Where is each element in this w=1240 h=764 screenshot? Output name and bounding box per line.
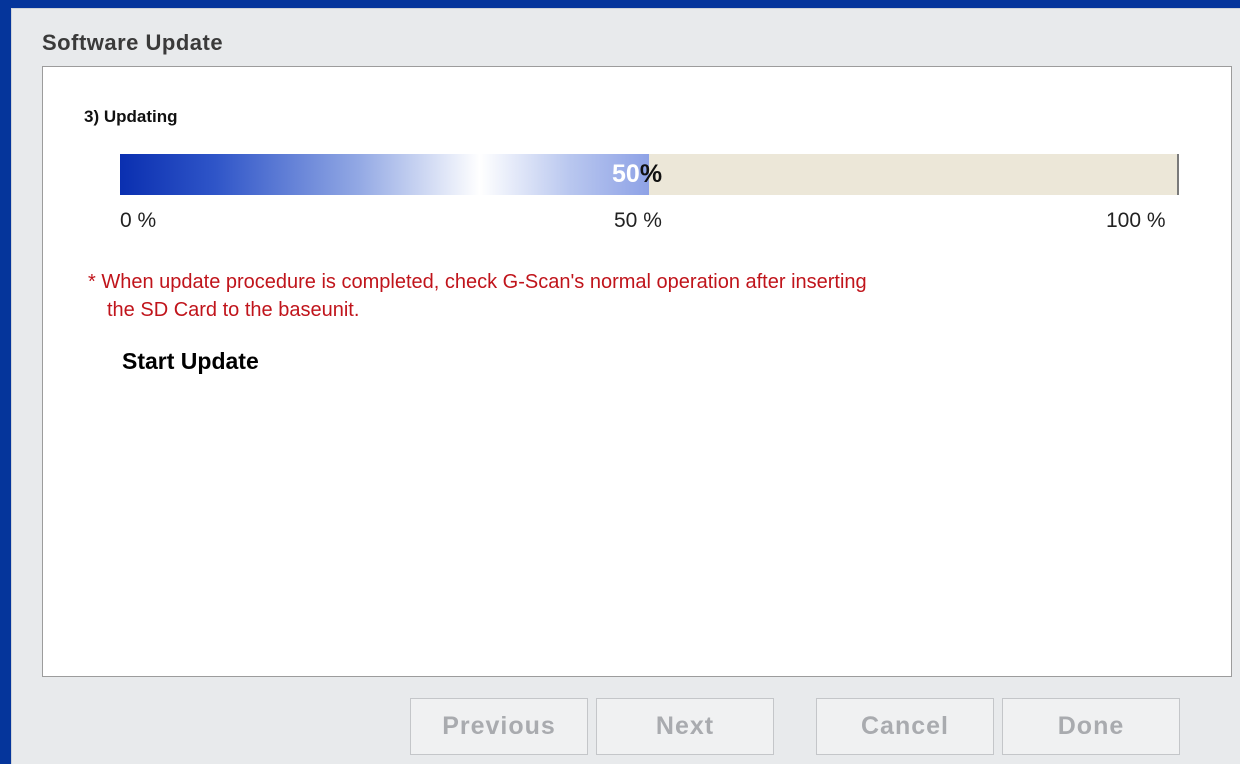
previous-button[interactable]: Previous (410, 698, 588, 755)
progress-percent-label: 50% (612, 160, 662, 189)
completion-note-line2: the SD Card to the baseunit. (107, 299, 360, 321)
progress-fill (120, 154, 649, 195)
done-button[interactable]: Done (1002, 698, 1180, 755)
progress-tick-0: 0 % (120, 209, 157, 232)
completion-note-line1: * When update procedure is completed, ch… (88, 271, 867, 293)
step-label: 3) Updating (84, 107, 178, 126)
cancel-button[interactable]: Cancel (816, 698, 994, 755)
progress-percent-number: 50 (612, 160, 640, 188)
progress-tick-50: 50 % (614, 209, 662, 232)
window-title: Software Update (42, 30, 224, 55)
completion-note: * When update procedure is completed, ch… (88, 268, 1088, 324)
progress-percent-sign: % (639, 160, 663, 188)
next-button[interactable]: Next (596, 698, 774, 755)
progress-tick-100: 100 % (1106, 209, 1166, 232)
start-update-button[interactable]: Start Update (122, 348, 259, 375)
